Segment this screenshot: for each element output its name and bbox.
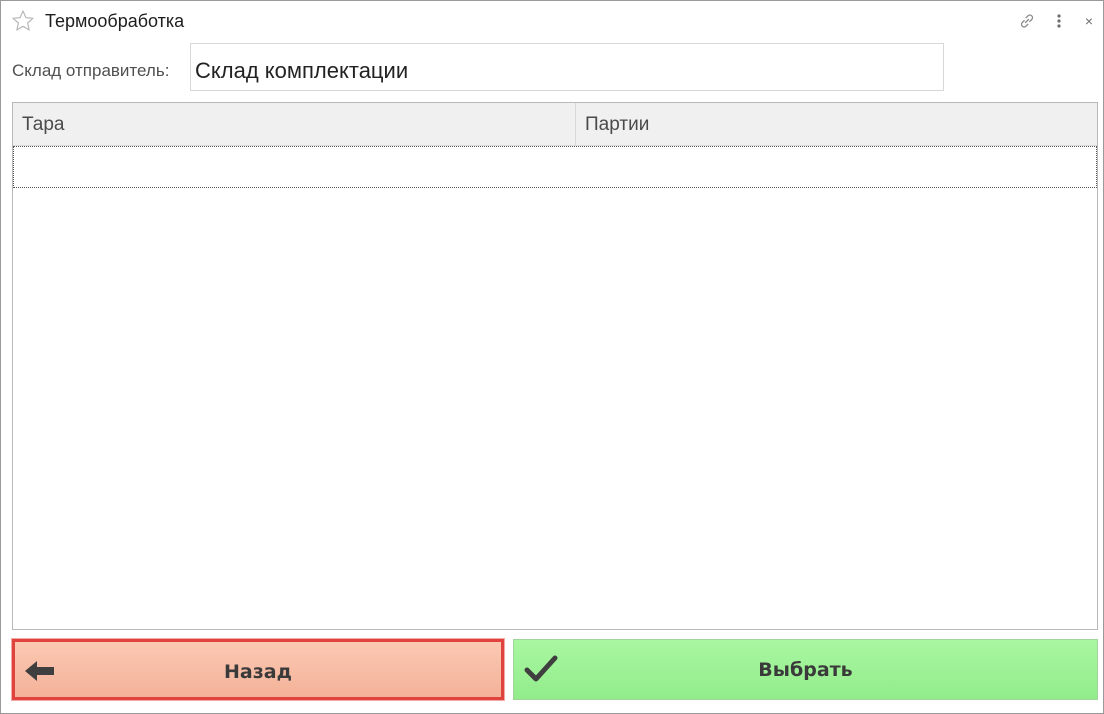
select-button[interactable]: Выбрать — [513, 639, 1098, 700]
sender-warehouse-label: Склад отправитель: — [12, 61, 170, 80]
back-button-label: Назад — [224, 661, 292, 683]
back-button[interactable]: Назад — [12, 639, 504, 700]
star-icon[interactable] — [11, 9, 35, 33]
window: Термообработка × Склад отправитель: Скла… — [0, 0, 1104, 714]
column-header-tara[interactable]: Тара — [13, 103, 576, 145]
window-title: Термообработка — [45, 11, 185, 31]
link-icon[interactable] — [1017, 11, 1037, 31]
more-icon[interactable] — [1049, 11, 1069, 31]
sender-warehouse-row: Склад отправитель: Склад комплектации — [1, 43, 1103, 93]
containers-table[interactable]: Тара Партии — [12, 102, 1098, 630]
close-icon[interactable]: × — [1079, 11, 1099, 31]
title-bar: Термообработка × — [1, 1, 1103, 41]
table-header: Тара Партии — [13, 103, 1097, 146]
sender-warehouse-field[interactable]: Склад комплектации — [190, 43, 944, 91]
column-header-partii[interactable]: Партии — [576, 103, 1097, 145]
table-row[interactable] — [13, 146, 1097, 188]
select-button-label: Выбрать — [758, 659, 853, 681]
